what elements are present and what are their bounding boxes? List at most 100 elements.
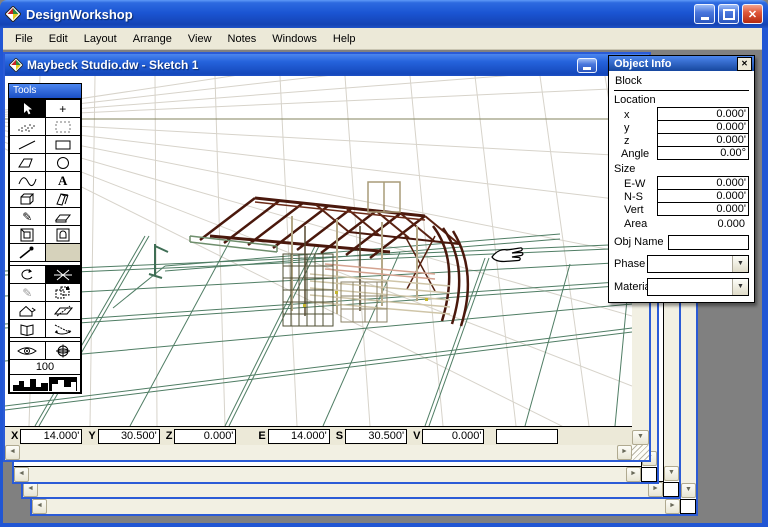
polygon-tool-icon[interactable] xyxy=(10,154,45,171)
document-window: Maybeck Studio.dw - Sketch 1 X 14.000' Y… xyxy=(3,52,651,462)
document-icon xyxy=(9,58,23,72)
block-3d-tool-icon[interactable] xyxy=(10,190,45,207)
coord-x-field[interactable]: 14.000' xyxy=(20,428,83,444)
coord-s-field[interactable]: 30.500' xyxy=(345,428,408,444)
menu-arrange[interactable]: Arrange xyxy=(127,30,182,48)
scroll-right-icon[interactable]: ► xyxy=(648,482,663,497)
coord-e-label: E xyxy=(258,430,266,442)
coord-y-field[interactable]: 30.500' xyxy=(97,428,160,444)
chevron-down-icon[interactable]: ▼ xyxy=(732,256,748,272)
area-value: 0.000 xyxy=(717,218,745,230)
menu-view[interactable]: View xyxy=(182,30,222,48)
scroll-left-icon[interactable]: ◄ xyxy=(14,467,29,482)
object-info-titlebar[interactable]: Object Info ✕ xyxy=(609,56,754,71)
y-field[interactable]: 0.000' xyxy=(657,120,749,134)
align-tool-icon[interactable] xyxy=(45,284,80,301)
document-hscrollbar[interactable]: ◄ ► xyxy=(5,445,632,460)
scroll-down-icon[interactable]: ▼ xyxy=(681,483,696,498)
eyedropper-tool-icon[interactable] xyxy=(10,244,45,261)
pencil-tool-icon[interactable]: ✎ xyxy=(10,208,45,225)
menu-edit[interactable]: Edit xyxy=(43,30,78,48)
coordinate-extra-field[interactable] xyxy=(496,428,559,444)
ns-field[interactable]: 0.000' xyxy=(657,189,749,203)
scroll-right-icon[interactable]: ► xyxy=(626,467,641,482)
close-icon: ✕ xyxy=(747,8,758,21)
object-info-close-button[interactable]: ✕ xyxy=(737,56,752,71)
object-home-tool-icon[interactable] xyxy=(10,302,45,319)
empty-tool-slot[interactable] xyxy=(45,244,80,261)
phase-label: Phase xyxy=(614,258,646,270)
surface-3d-tool-icon[interactable] xyxy=(45,190,80,207)
coord-e-field[interactable]: 14.000' xyxy=(267,428,330,444)
orbit-tool-icon[interactable] xyxy=(45,320,80,337)
scroll-left-icon[interactable]: ◄ xyxy=(32,499,47,514)
scroll-right-icon[interactable]: ► xyxy=(617,445,632,460)
z-field[interactable]: 0.000' xyxy=(657,133,749,147)
close-button[interactable]: ✕ xyxy=(742,4,763,24)
opening-frame-tool-icon[interactable] xyxy=(45,226,80,243)
menu-notes[interactable]: Notes xyxy=(222,30,267,48)
scroll-down-icon[interactable]: ▼ xyxy=(664,466,679,481)
phase-dropdown[interactable]: ▼ xyxy=(647,255,749,273)
document-minimize-button[interactable] xyxy=(577,57,597,73)
freehand-tool-icon[interactable] xyxy=(10,172,45,189)
model-canvas[interactable] xyxy=(5,76,632,427)
crosshair-tool-icon[interactable]: + xyxy=(45,100,80,117)
ellipse-tool-icon[interactable] xyxy=(45,154,80,171)
designworkshop-app: { "app": { "title": "DesignWorkshop" }, … xyxy=(0,0,768,527)
document-titlebar[interactable]: Maybeck Studio.dw - Sketch 1 xyxy=(5,54,649,76)
line-tool-icon[interactable] xyxy=(10,136,45,153)
zoom-level-field[interactable]: 100 xyxy=(10,360,80,374)
measure-tool-icon[interactable]: ✎ xyxy=(10,284,45,301)
eye-view-tool-icon[interactable] xyxy=(10,342,45,359)
background-window-1-hscrollbar[interactable]: ◄ ► xyxy=(14,467,641,482)
obj-name-field[interactable] xyxy=(668,235,749,250)
skyline-tool-icon[interactable] xyxy=(10,375,80,392)
rectangle-tool-icon[interactable] xyxy=(45,136,80,153)
text-tool-icon[interactable]: A xyxy=(45,172,80,189)
menu-windows[interactable]: Windows xyxy=(266,30,327,48)
ew-label: E-W xyxy=(624,177,646,190)
angle-field[interactable]: 0.00° xyxy=(657,146,749,160)
scroll-right-icon[interactable]: ► xyxy=(665,499,680,514)
scroll-left-icon[interactable]: ◄ xyxy=(23,482,38,497)
walk-target-tool-icon[interactable] xyxy=(45,342,80,359)
y-label: y xyxy=(624,121,630,134)
plane-move-tool-icon[interactable] xyxy=(45,302,80,319)
select-tool-icon[interactable] xyxy=(10,100,45,117)
main-titlebar[interactable]: DesignWorkshop ✕ xyxy=(0,0,768,28)
unfold-box-tool-icon[interactable] xyxy=(10,320,45,337)
scroll-left-icon[interactable]: ◄ xyxy=(5,445,20,460)
material-dropdown[interactable]: ▼ xyxy=(647,278,749,296)
lighting-tool-icon[interactable] xyxy=(45,266,80,283)
minimize-icon xyxy=(583,66,591,70)
minimize-button[interactable] xyxy=(694,4,715,24)
building-frame xyxy=(189,181,470,327)
tools-palette: Tools + A ✎ ✎ 100 xyxy=(8,83,82,394)
menu-help[interactable]: Help xyxy=(327,30,366,48)
vert-field[interactable]: 0.000' xyxy=(657,202,749,216)
chevron-down-icon[interactable]: ▼ xyxy=(732,279,748,295)
tools-palette-titlebar[interactable]: Tools xyxy=(9,84,81,99)
ew-field[interactable]: 0.000' xyxy=(657,176,749,190)
background-window-2-hscrollbar[interactable]: ◄ ► xyxy=(23,482,663,497)
opening-inset-tool-icon[interactable] xyxy=(10,226,45,243)
ns-label: N-S xyxy=(624,190,643,203)
scroll-down-icon[interactable]: ▼ xyxy=(632,430,649,445)
coord-z-field[interactable]: 0.000' xyxy=(174,428,237,444)
x-field[interactable]: 0.000' xyxy=(657,107,749,121)
eraser-tool-icon[interactable] xyxy=(45,208,80,225)
rotate-tool-icon[interactable] xyxy=(10,266,45,283)
background-window-3-hscrollbar[interactable]: ◄ ► xyxy=(32,499,680,514)
maximize-button[interactable] xyxy=(718,4,739,24)
coord-y-label: Y xyxy=(88,430,96,442)
spray-tool-icon[interactable] xyxy=(10,118,45,135)
tools-separator xyxy=(10,262,80,265)
menu-layout[interactable]: Layout xyxy=(78,30,127,48)
material-label: Material xyxy=(614,281,654,293)
menu-file[interactable]: File xyxy=(9,30,43,48)
resize-grip[interactable] xyxy=(632,445,649,460)
marquee-tool-icon[interactable] xyxy=(45,118,80,135)
vert-label: Vert xyxy=(624,203,644,216)
coord-v-field[interactable]: 0.000' xyxy=(422,428,485,444)
